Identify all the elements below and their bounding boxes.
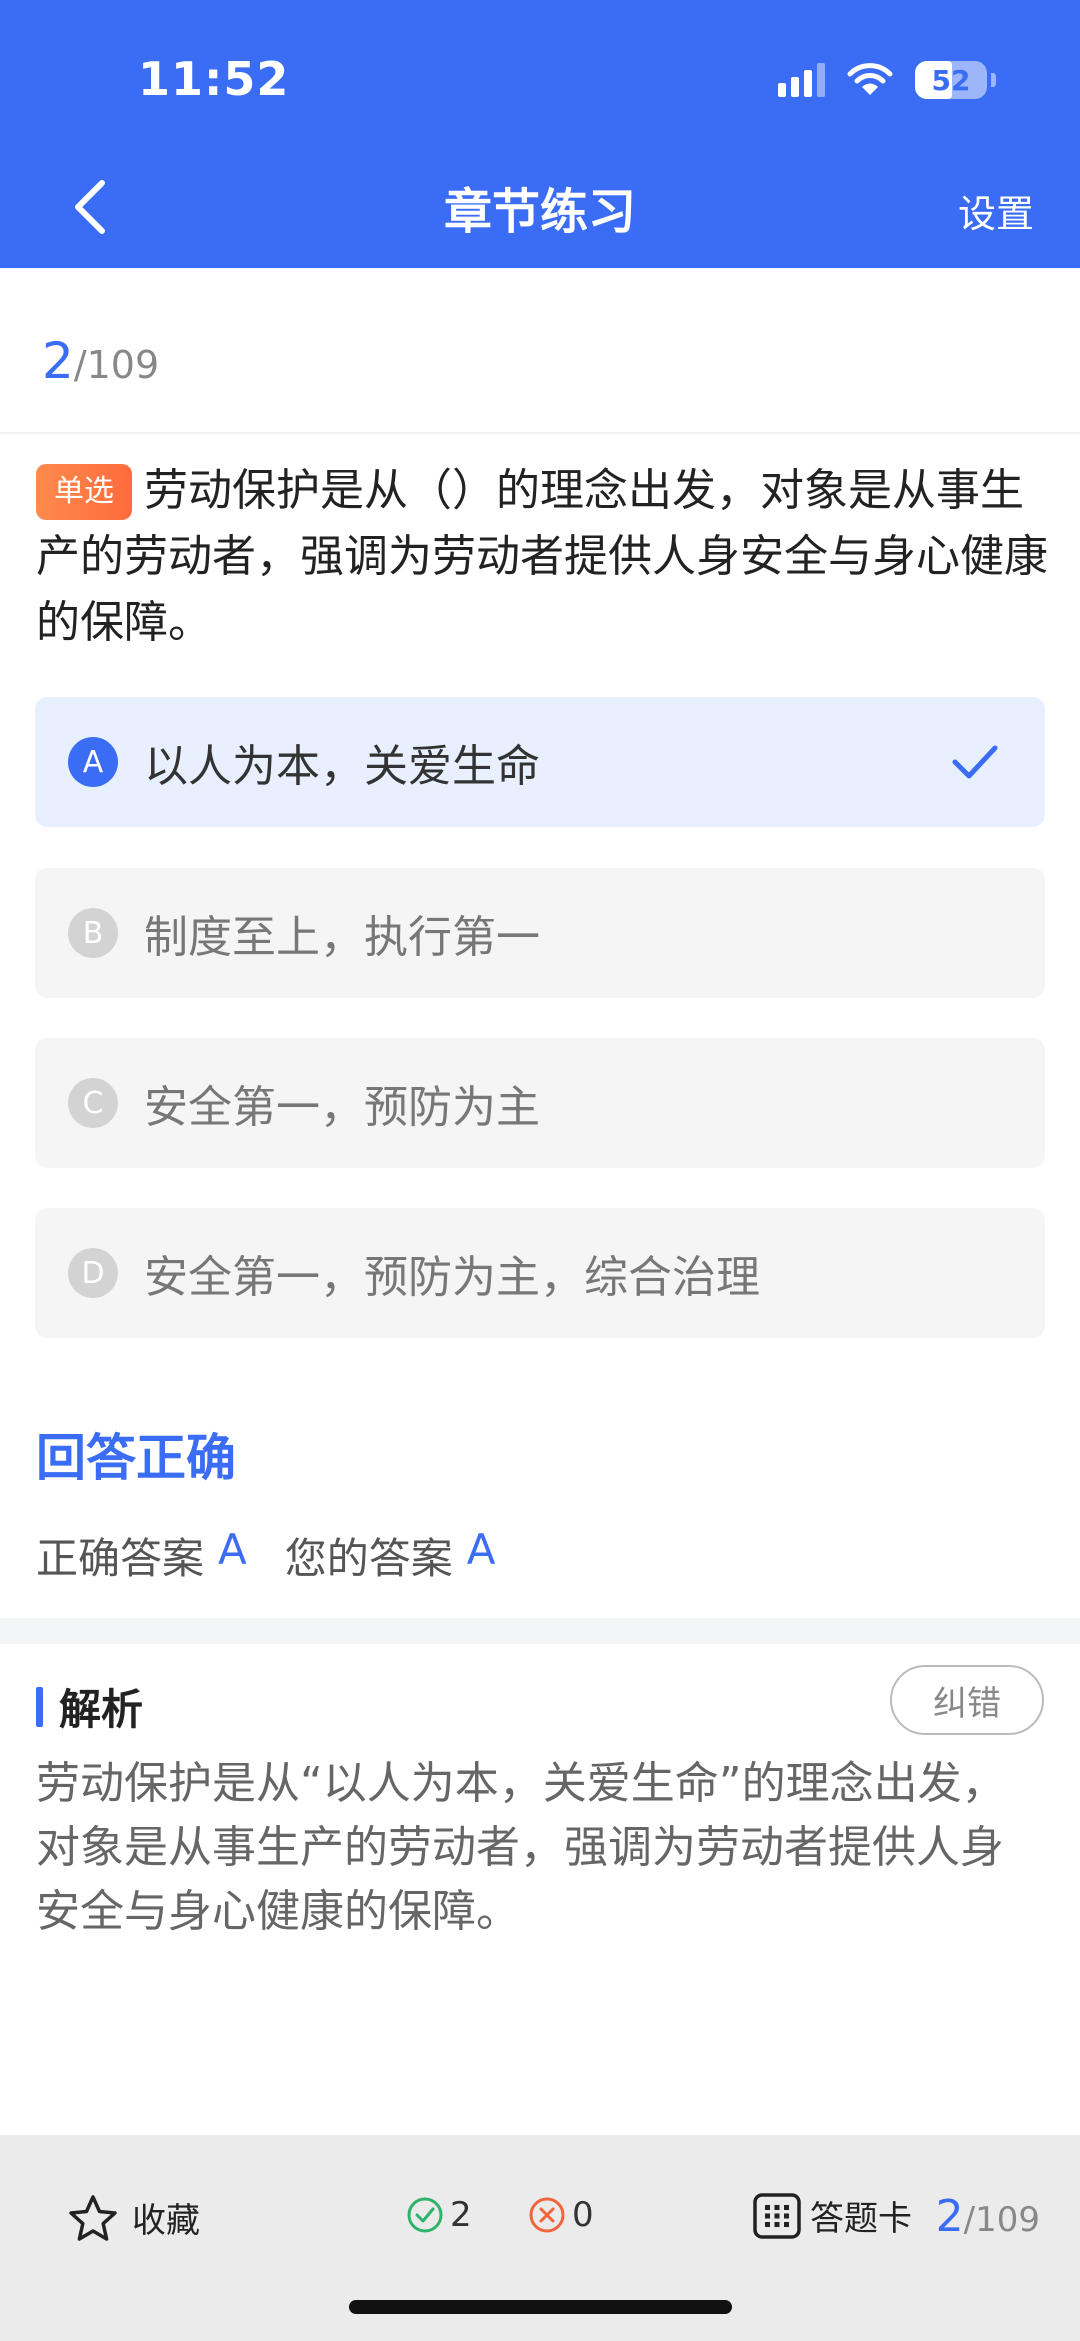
your-answer-value: A bbox=[466, 1525, 496, 1574]
divider bbox=[0, 432, 1080, 434]
correct-answer-label: 正确答案 bbox=[36, 1534, 205, 1583]
wrong-count: 0 bbox=[528, 2195, 594, 2235]
battery-percent: 52 bbox=[931, 63, 971, 97]
page-title: 章节练习 bbox=[443, 184, 636, 240]
status-icons: 52 bbox=[778, 58, 996, 102]
check-icon bbox=[952, 745, 998, 779]
option-letter: C bbox=[68, 1078, 118, 1128]
your-answer-label: 您的答案 bbox=[284, 1534, 453, 1583]
answer-card-button[interactable]: 答题卡 bbox=[752, 2191, 912, 2240]
analysis-text: 劳动保护是从“以人为本，关爱生命”的理念出发，对象是从事生产的劳动者，强调为劳动… bbox=[36, 1758, 1006, 1937]
option-text: 安全第一，预防为主，综合治理 bbox=[144, 1252, 760, 1303]
favorite-button[interactable]: 收藏 bbox=[68, 2193, 200, 2242]
option-letter: A bbox=[68, 737, 118, 787]
option-b[interactable]: B 制度至上，执行第一 bbox=[35, 868, 1045, 998]
wifi-icon bbox=[847, 63, 893, 95]
header: 11:52 52 章节练习 设置 bbox=[0, 0, 1080, 268]
bottom-progress: 2 /109 bbox=[936, 2191, 1040, 2242]
option-text: 以人为本，关爱生命 bbox=[144, 741, 540, 792]
question-progress: 2 /109 bbox=[42, 332, 159, 390]
battery-tip bbox=[991, 73, 996, 87]
check-circle-icon bbox=[407, 2197, 443, 2233]
answers-row: 正确答案 A 您的答案 A bbox=[36, 1525, 534, 1586]
option-a[interactable]: A 以人为本，关爱生命 bbox=[35, 697, 1045, 827]
analysis-title: 解析 bbox=[59, 1685, 144, 1734]
battery-indicator: 52 bbox=[915, 61, 996, 99]
bottom-progress-total: /109 bbox=[963, 2200, 1040, 2240]
settings-button[interactable]: 设置 bbox=[958, 183, 1034, 238]
star-icon bbox=[69, 2194, 117, 2241]
report-error-button[interactable]: 纠错 bbox=[890, 1665, 1044, 1735]
option-letter: B bbox=[68, 908, 118, 958]
favorite-label: 收藏 bbox=[132, 2201, 200, 2241]
grid-icon bbox=[753, 2192, 801, 2239]
option-text: 制度至上，执行第一 bbox=[144, 912, 540, 963]
answer-card-label: 答题卡 bbox=[810, 2199, 912, 2239]
progress-total: /109 bbox=[73, 343, 160, 387]
section-divider bbox=[0, 1618, 1080, 1644]
status-time: 11:52 bbox=[138, 52, 290, 106]
analysis-accent-bar bbox=[36, 1686, 43, 1727]
bottom-progress-current: 2 bbox=[935, 2191, 964, 2242]
home-indicator bbox=[349, 2300, 732, 2314]
x-circle-icon bbox=[529, 2197, 565, 2233]
correct-answer-value: A bbox=[218, 1525, 247, 1574]
option-c[interactable]: C 安全第一，预防为主 bbox=[35, 1038, 1045, 1168]
option-text: 安全第一，预防为主 bbox=[144, 1082, 540, 1133]
question-text-block: 单选 劳动保护是从（）的理念出发，对象是从事生产的劳动者，强调为劳动者提供人身安全… bbox=[36, 458, 1048, 656]
question-type-badge: 单选 bbox=[36, 464, 132, 520]
wrong-count-value: 0 bbox=[572, 2195, 594, 2235]
result-title: 回答正确 bbox=[36, 1429, 236, 1487]
option-letter: D bbox=[68, 1248, 118, 1298]
correct-count: 2 bbox=[406, 2195, 472, 2235]
progress-current: 2 bbox=[42, 332, 74, 390]
signal-icon bbox=[778, 63, 825, 97]
correct-count-value: 2 bbox=[450, 2195, 472, 2235]
analysis-header: 解析 bbox=[36, 1676, 143, 1737]
question-text: 劳动保护是从（）的理念出发，对象是从事生产的劳动者，强调为劳动者提供人身安全与身… bbox=[36, 465, 1048, 648]
battery-icon: 52 bbox=[915, 61, 987, 99]
option-d[interactable]: D 安全第一，预防为主，综合治理 bbox=[35, 1208, 1045, 1338]
